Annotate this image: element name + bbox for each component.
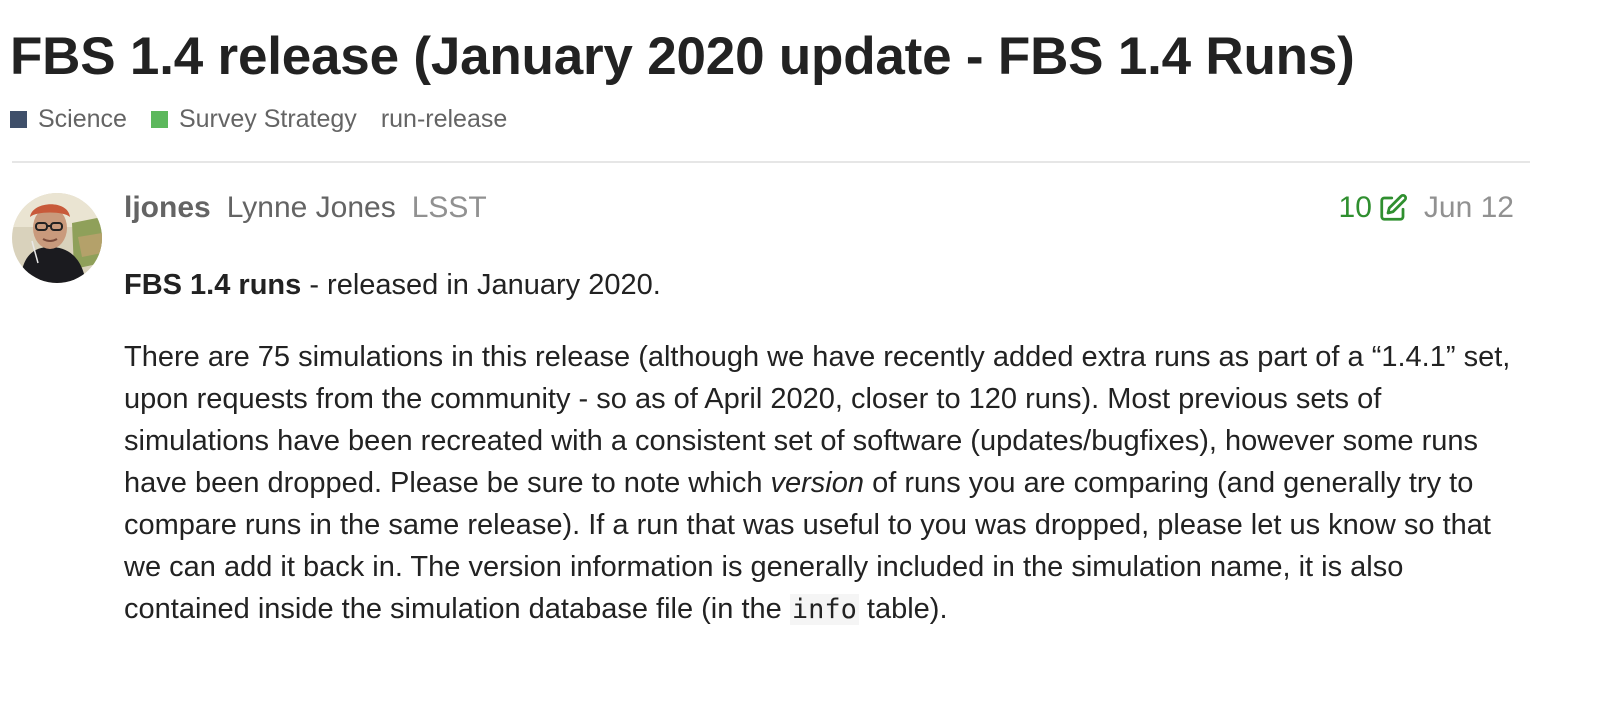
post-user-title: LSST bbox=[411, 191, 487, 224]
paragraph-emphasis: version bbox=[770, 467, 865, 499]
topic-title: FBS 1.4 release (January 2020 update - F… bbox=[10, 27, 1355, 86]
user-avatar[interactable] bbox=[12, 193, 102, 283]
avatar-image bbox=[12, 193, 102, 283]
category-badge-survey-strategy[interactable]: Survey Strategy bbox=[150, 104, 357, 134]
tag-run-release[interactable]: run-release bbox=[381, 105, 507, 134]
post-meta: ljones Lynne Jones LSST 10 Jun 12 bbox=[124, 186, 1514, 230]
post-lead-paragraph: FBS 1.4 runs - released in January 2020. bbox=[124, 264, 1524, 306]
post-lead-text: - released in January 2020. bbox=[301, 269, 661, 301]
category-badge-science[interactable]: Science bbox=[10, 105, 127, 134]
post-date[interactable]: Jun 12 bbox=[1424, 191, 1514, 225]
post-full-name[interactable]: Lynne Jones bbox=[227, 191, 396, 225]
post-username[interactable]: ljones bbox=[124, 191, 211, 225]
category-color-swatch bbox=[10, 110, 27, 128]
paragraph-text: table). bbox=[858, 593, 948, 625]
post-paragraph: There are 75 simulations in this release… bbox=[124, 336, 1524, 631]
edit-count: 10 bbox=[1338, 191, 1372, 224]
topic-tags-bar: Science Survey Strategy run-release bbox=[10, 101, 507, 137]
category-label: Survey Strategy bbox=[178, 104, 357, 133]
category-color-swatch bbox=[150, 110, 168, 128]
post-meta-right: 10 Jun 12 bbox=[1339, 191, 1514, 225]
edit-history-button[interactable]: 10 bbox=[1339, 191, 1408, 225]
pencil-square-icon bbox=[1380, 193, 1407, 221]
post-body: FBS 1.4 runs - released in January 2020.… bbox=[124, 264, 1524, 631]
category-label: Science bbox=[38, 104, 127, 133]
post-lead-bold: FBS 1.4 runs bbox=[124, 269, 302, 301]
inline-code: info bbox=[789, 594, 859, 625]
topic-divider bbox=[12, 161, 1530, 163]
